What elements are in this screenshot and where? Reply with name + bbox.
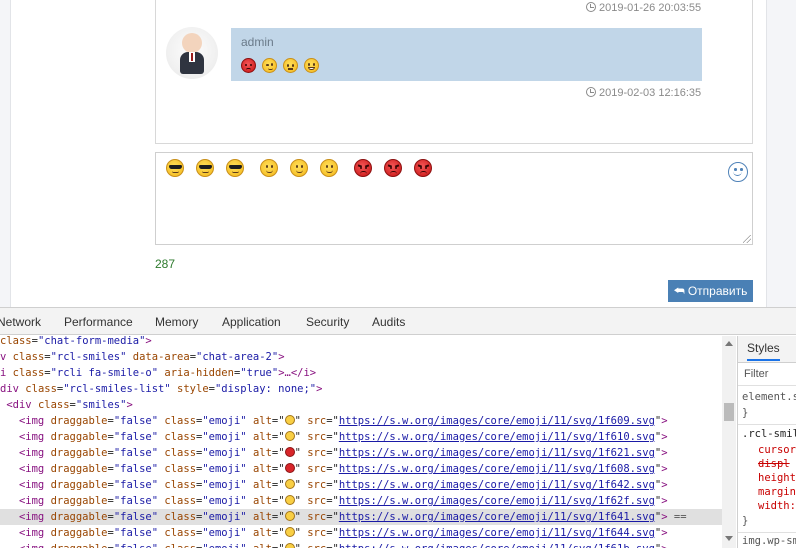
- src-link[interactable]: https://s.w.org/images/core/emoji/11/svg…: [339, 415, 655, 427]
- dom-node-line[interactable]: div class="rcl-smiles-list" style="displ…: [0, 381, 322, 397]
- sunglasses-face-icon: [226, 159, 244, 177]
- chat-messages[interactable]: 2019-01-26 20:03:55 admin 2019-02-03 12:…: [155, 0, 753, 144]
- emoji-glyph-icon: [284, 447, 295, 457]
- tab-security[interactable]: Security: [306, 315, 349, 329]
- src-link[interactable]: https://s.w.org/images/core/emoji/11/svg…: [339, 543, 655, 548]
- dom-node-line[interactable]: <div class="smiles">: [0, 397, 132, 413]
- smirk-face-icon: [262, 58, 277, 73]
- scrollbar-thumb[interactable]: [724, 403, 734, 421]
- avatar[interactable]: [166, 27, 218, 79]
- grin-face-icon: [304, 58, 319, 73]
- tab-performance[interactable]: Performance: [64, 315, 133, 329]
- neutral-face-icon: [283, 58, 298, 73]
- dom-node-line[interactable]: <img draggable="false" class="emoji" alt…: [0, 413, 668, 429]
- devtools-panel: Network Performance Memory Application S…: [0, 307, 796, 548]
- message-emojis: [241, 58, 319, 73]
- elements-tree[interactable]: class="chat-form-media"> v class="rcl-smi…: [0, 336, 722, 548]
- web-page: 2019-01-26 20:03:55 admin 2019-02-03 12:…: [0, 0, 796, 307]
- dom-node-line[interactable]: <img draggable="false" class="emoji" alt…: [0, 461, 668, 477]
- angry-face-icon: [354, 159, 372, 177]
- send-button[interactable]: ⮪ Отправить: [668, 280, 753, 302]
- style-rule: }: [742, 515, 749, 527]
- clock-icon: [586, 87, 596, 97]
- src-link[interactable]: https://s.w.org/images/core/emoji/11/svg…: [339, 447, 655, 459]
- style-rule: }: [742, 407, 749, 419]
- dom-node-line[interactable]: <img draggable="false" class="emoji" alt…: [0, 541, 668, 548]
- elements-scrollbar[interactable]: [722, 336, 736, 548]
- style-prop[interactable]: displ: [758, 458, 790, 470]
- message-time: 2019-01-26 20:03:55: [586, 2, 701, 14]
- style-prop[interactable]: cursor: [758, 444, 796, 456]
- emoji-glyph-icon: [284, 543, 295, 548]
- smile-o-icon[interactable]: [728, 162, 748, 182]
- src-link[interactable]: https://s.w.org/images/core/emoji/11/svg…: [339, 431, 655, 443]
- scroll-down-arrow-icon[interactable]: [725, 536, 733, 541]
- src-link[interactable]: https://s.w.org/images/core/emoji/11/svg…: [339, 511, 655, 523]
- emoji-glyph-icon: [284, 463, 295, 473]
- tab-application[interactable]: Application: [222, 315, 281, 329]
- dom-node-line[interactable]: <img draggable="false" class="emoji" alt…: [0, 445, 668, 461]
- style-prop[interactable]: margin: [758, 486, 796, 498]
- message-author[interactable]: admin: [241, 35, 274, 49]
- dom-node-line[interactable]: <img draggable="false" class="emoji" alt…: [0, 429, 668, 445]
- emoji-glyph-icon: [284, 415, 295, 425]
- styles-pane: Styles Filter element.s } .rcl-smil curs…: [737, 336, 796, 548]
- angry-face-icon: [414, 159, 432, 177]
- chat-input[interactable]: [155, 152, 753, 245]
- screen: 2019-01-26 20:03:55 admin 2019-02-03 12:…: [0, 0, 796, 548]
- dom-node-line[interactable]: class="chat-form-media">: [0, 336, 152, 349]
- emoji-glyph-icon: [284, 479, 295, 489]
- src-link[interactable]: https://s.w.org/images/core/emoji/11/svg…: [339, 479, 655, 491]
- slight-smile-face-icon: [320, 159, 338, 177]
- tab-memory[interactable]: Memory: [155, 315, 198, 329]
- sunglasses-face-icon: [196, 159, 214, 177]
- tab-audits[interactable]: Audits: [372, 315, 405, 329]
- angry-face-icon: [241, 58, 256, 73]
- emoji-glyph-icon: [284, 431, 295, 441]
- slight-smile-face-icon: [260, 159, 278, 177]
- styles-filter-input[interactable]: Filter: [738, 364, 796, 386]
- dom-node-line[interactable]: <img draggable="false" class="emoji" alt…: [0, 493, 668, 509]
- dom-node-line[interactable]: <img draggable="false" class="emoji" alt…: [0, 509, 722, 525]
- devtools-tabs: Network Performance Memory Application S…: [0, 308, 796, 335]
- tab-network[interactable]: Network: [0, 315, 41, 329]
- sunglasses-face-icon: [166, 159, 184, 177]
- scroll-up-arrow-icon[interactable]: [725, 341, 733, 346]
- emoji-glyph-icon: [284, 495, 295, 505]
- input-emojis: [166, 159, 432, 177]
- style-prop[interactable]: width:: [758, 500, 796, 512]
- dom-node-line[interactable]: v class="rcl-smiles" data-area="chat-are…: [0, 349, 285, 365]
- style-rule: img.wp-sm: [742, 535, 796, 547]
- dom-node-line[interactable]: i class="rcli fa-smile-o" aria-hidden="t…: [0, 365, 316, 381]
- tab-styles[interactable]: Styles: [738, 336, 796, 363]
- clock-icon: [586, 2, 596, 12]
- dom-node-line[interactable]: <img draggable="false" class="emoji" alt…: [0, 525, 668, 541]
- dom-node-line[interactable]: <img draggable="false" class="emoji" alt…: [0, 477, 668, 493]
- src-link[interactable]: https://s.w.org/images/core/emoji/11/svg…: [339, 463, 655, 475]
- reply-icon: ⮪: [673, 284, 685, 298]
- style-prop[interactable]: height: [758, 472, 796, 484]
- left-margin: [0, 0, 10, 307]
- style-rule: .rcl-smil: [742, 428, 796, 440]
- emoji-glyph-icon: [284, 511, 295, 521]
- angry-face-icon: [384, 159, 402, 177]
- resize-grip-icon[interactable]: [743, 235, 751, 243]
- src-link[interactable]: https://s.w.org/images/core/emoji/11/svg…: [339, 527, 655, 539]
- message-bubble: admin: [231, 28, 702, 81]
- style-rule: element.s: [742, 391, 796, 403]
- slight-smile-face-icon: [290, 159, 308, 177]
- right-margin: [767, 0, 796, 307]
- src-link[interactable]: https://s.w.org/images/core/emoji/11/svg…: [339, 495, 655, 507]
- char-counter: 287: [155, 257, 176, 271]
- emoji-glyph-icon: [284, 527, 295, 537]
- message-time: 2019-02-03 12:16:35: [586, 87, 701, 99]
